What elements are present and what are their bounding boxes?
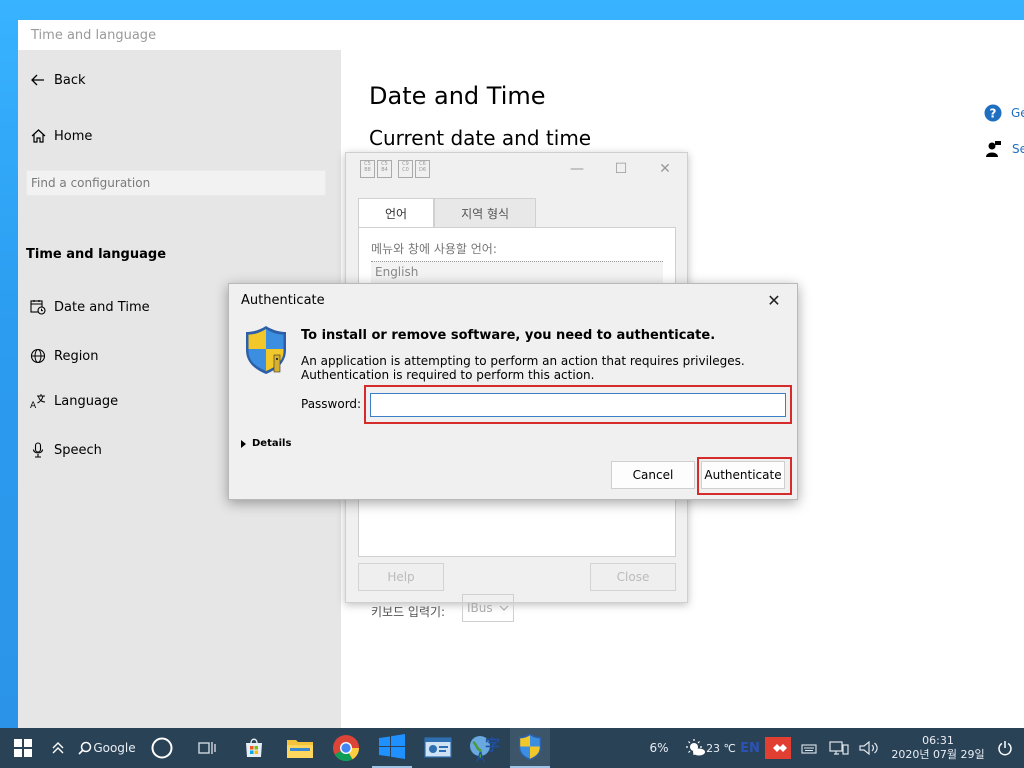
svg-text:字: 字 [485, 736, 500, 754]
close-icon[interactable]: ✕ [655, 159, 675, 179]
taskbar: Google 字A 6% 23 ℃ EN 06:31 2020년 07월 29일 [0, 728, 1024, 768]
chevron-down-icon [499, 605, 509, 611]
shield-icon [246, 326, 286, 374]
keyboard-input-select[interactable]: IBus [462, 594, 514, 622]
chrome-icon[interactable] [330, 728, 362, 768]
sidebar-item-speech[interactable]: Speech [30, 439, 102, 461]
sidebar-item-label: Region [54, 348, 99, 364]
expand-triangle-icon [241, 439, 246, 448]
anydesk-icon[interactable] [764, 728, 792, 768]
details-expander[interactable]: Details [241, 438, 291, 449]
cancel-button[interactable]: Cancel [611, 461, 695, 489]
settings-app-icon[interactable] [420, 728, 456, 768]
clock[interactable]: 06:31 2020년 07월 29일 [888, 734, 988, 762]
authenticate-app-icon[interactable] [510, 728, 550, 768]
battery-percent: 6% [649, 741, 669, 755]
password-label: Password: [301, 397, 362, 411]
feedback-link-label: Se [1012, 142, 1024, 156]
authenticate-dialog: Authenticate ✕ To install or remove soft… [228, 283, 798, 500]
help-link[interactable]: ? Ge [984, 104, 1024, 122]
svg-text:A: A [30, 401, 37, 409]
maximize-icon[interactable]: ☐ [611, 159, 631, 179]
sidebar-item-label: Speech [54, 442, 102, 458]
window-title: Time and language [31, 28, 157, 43]
sidebar-item-label: Date and Time [54, 299, 150, 315]
auth-description: An application is attempting to perform … [301, 354, 745, 382]
close-icon[interactable]: ✕ [764, 291, 784, 311]
file-explorer-icon[interactable] [284, 728, 316, 768]
tab-region-format[interactable]: 지역 형식 [434, 198, 537, 228]
input-language-indicator[interactable]: EN [738, 728, 762, 768]
sidebar-item-language[interactable]: A Language [30, 390, 118, 412]
sidebar-section-title: Time and language [26, 247, 167, 262]
keyboard-input-value: IBus [467, 601, 493, 615]
tab-language[interactable]: 언어 [358, 198, 435, 228]
close-button[interactable]: Close [590, 563, 676, 591]
back-label: Back [54, 72, 86, 88]
input-language-label: EN [740, 740, 760, 756]
weather-sun-cloud-icon [686, 739, 706, 756]
svg-text:?: ? [990, 107, 997, 121]
calendar-clock-icon [30, 299, 46, 315]
feedback-icon [986, 141, 1001, 157]
task-view-icon[interactable] [194, 728, 220, 768]
windows-logo-icon [14, 739, 32, 757]
dialog-title: Authenticate [241, 293, 325, 308]
menu-language-label: 메뉴와 창에 사용할 언어: [371, 242, 497, 256]
globe-icon [30, 348, 46, 364]
password-input[interactable] [370, 393, 786, 417]
language-app-icon[interactable]: 字A [464, 728, 504, 768]
svg-text:A: A [476, 751, 485, 763]
authenticate-button[interactable]: Authenticate [701, 461, 785, 489]
weather-temperature: 23 ℃ [706, 741, 736, 755]
home-label: Home [54, 128, 93, 144]
store-icon[interactable] [240, 728, 268, 768]
back-arrow-icon [30, 72, 46, 88]
search-field[interactable] [26, 170, 326, 196]
language-dialog-titlebar: C5 B8 C5 B4 C9 C0 C6 D6 — ☐ ✕ [346, 153, 687, 185]
auth-heading: To install or remove software, you need … [301, 328, 716, 343]
clock-time: 06:31 [922, 734, 954, 747]
microphone-icon [30, 442, 46, 458]
volume-icon[interactable] [856, 728, 882, 768]
minimize-icon[interactable]: — [567, 159, 587, 179]
home-icon [30, 128, 46, 144]
feedback-link[interactable]: Se [986, 140, 1024, 158]
google-search-button[interactable]: Google [76, 728, 138, 768]
cortana-icon[interactable] [148, 728, 176, 768]
sidebar-item-date-and-time[interactable]: Date and Time [30, 296, 150, 318]
search-input[interactable] [27, 171, 325, 195]
details-label: Details [252, 438, 292, 449]
language-tabs: 언어 지역 형식 [358, 198, 537, 228]
help-icon: ? [984, 104, 1002, 122]
window-icon-glyphs: C9 C0 C6 D6 [398, 160, 430, 178]
keyboard-icon[interactable] [798, 728, 820, 768]
help-button[interactable]: Help [358, 563, 444, 591]
windows-app-icon[interactable] [372, 728, 412, 768]
language-icon: A [30, 393, 46, 409]
clock-date: 2020년 07월 29일 [891, 748, 985, 761]
sidebar-item-region[interactable]: Region [30, 345, 99, 367]
help-link-label: Ge [1011, 106, 1024, 120]
sidebar-item-label: Language [54, 393, 119, 409]
settings-titlebar: Time and language [18, 20, 1024, 50]
back-button[interactable]: Back [30, 69, 86, 91]
chevron-up-icon[interactable] [48, 728, 68, 768]
network-icon[interactable] [826, 728, 852, 768]
sidebar-item-home[interactable]: Home [30, 125, 92, 147]
power-icon[interactable] [994, 728, 1016, 768]
keyboard-input-label: 키보드 입력기: [371, 605, 446, 619]
battery-indicator[interactable]: 6% [642, 728, 676, 768]
search-icon [78, 741, 92, 755]
window-icon-glyphs: C5 B8 C5 B4 [360, 160, 392, 178]
google-search-label: Google [93, 741, 136, 755]
start-button[interactable] [6, 728, 40, 768]
section-subtitle: Current date and time [369, 126, 592, 150]
page-title: Date and Time [369, 82, 546, 110]
menu-language-list[interactable]: English [371, 261, 663, 283]
weather-indicator[interactable]: 23 ℃ [686, 728, 736, 768]
